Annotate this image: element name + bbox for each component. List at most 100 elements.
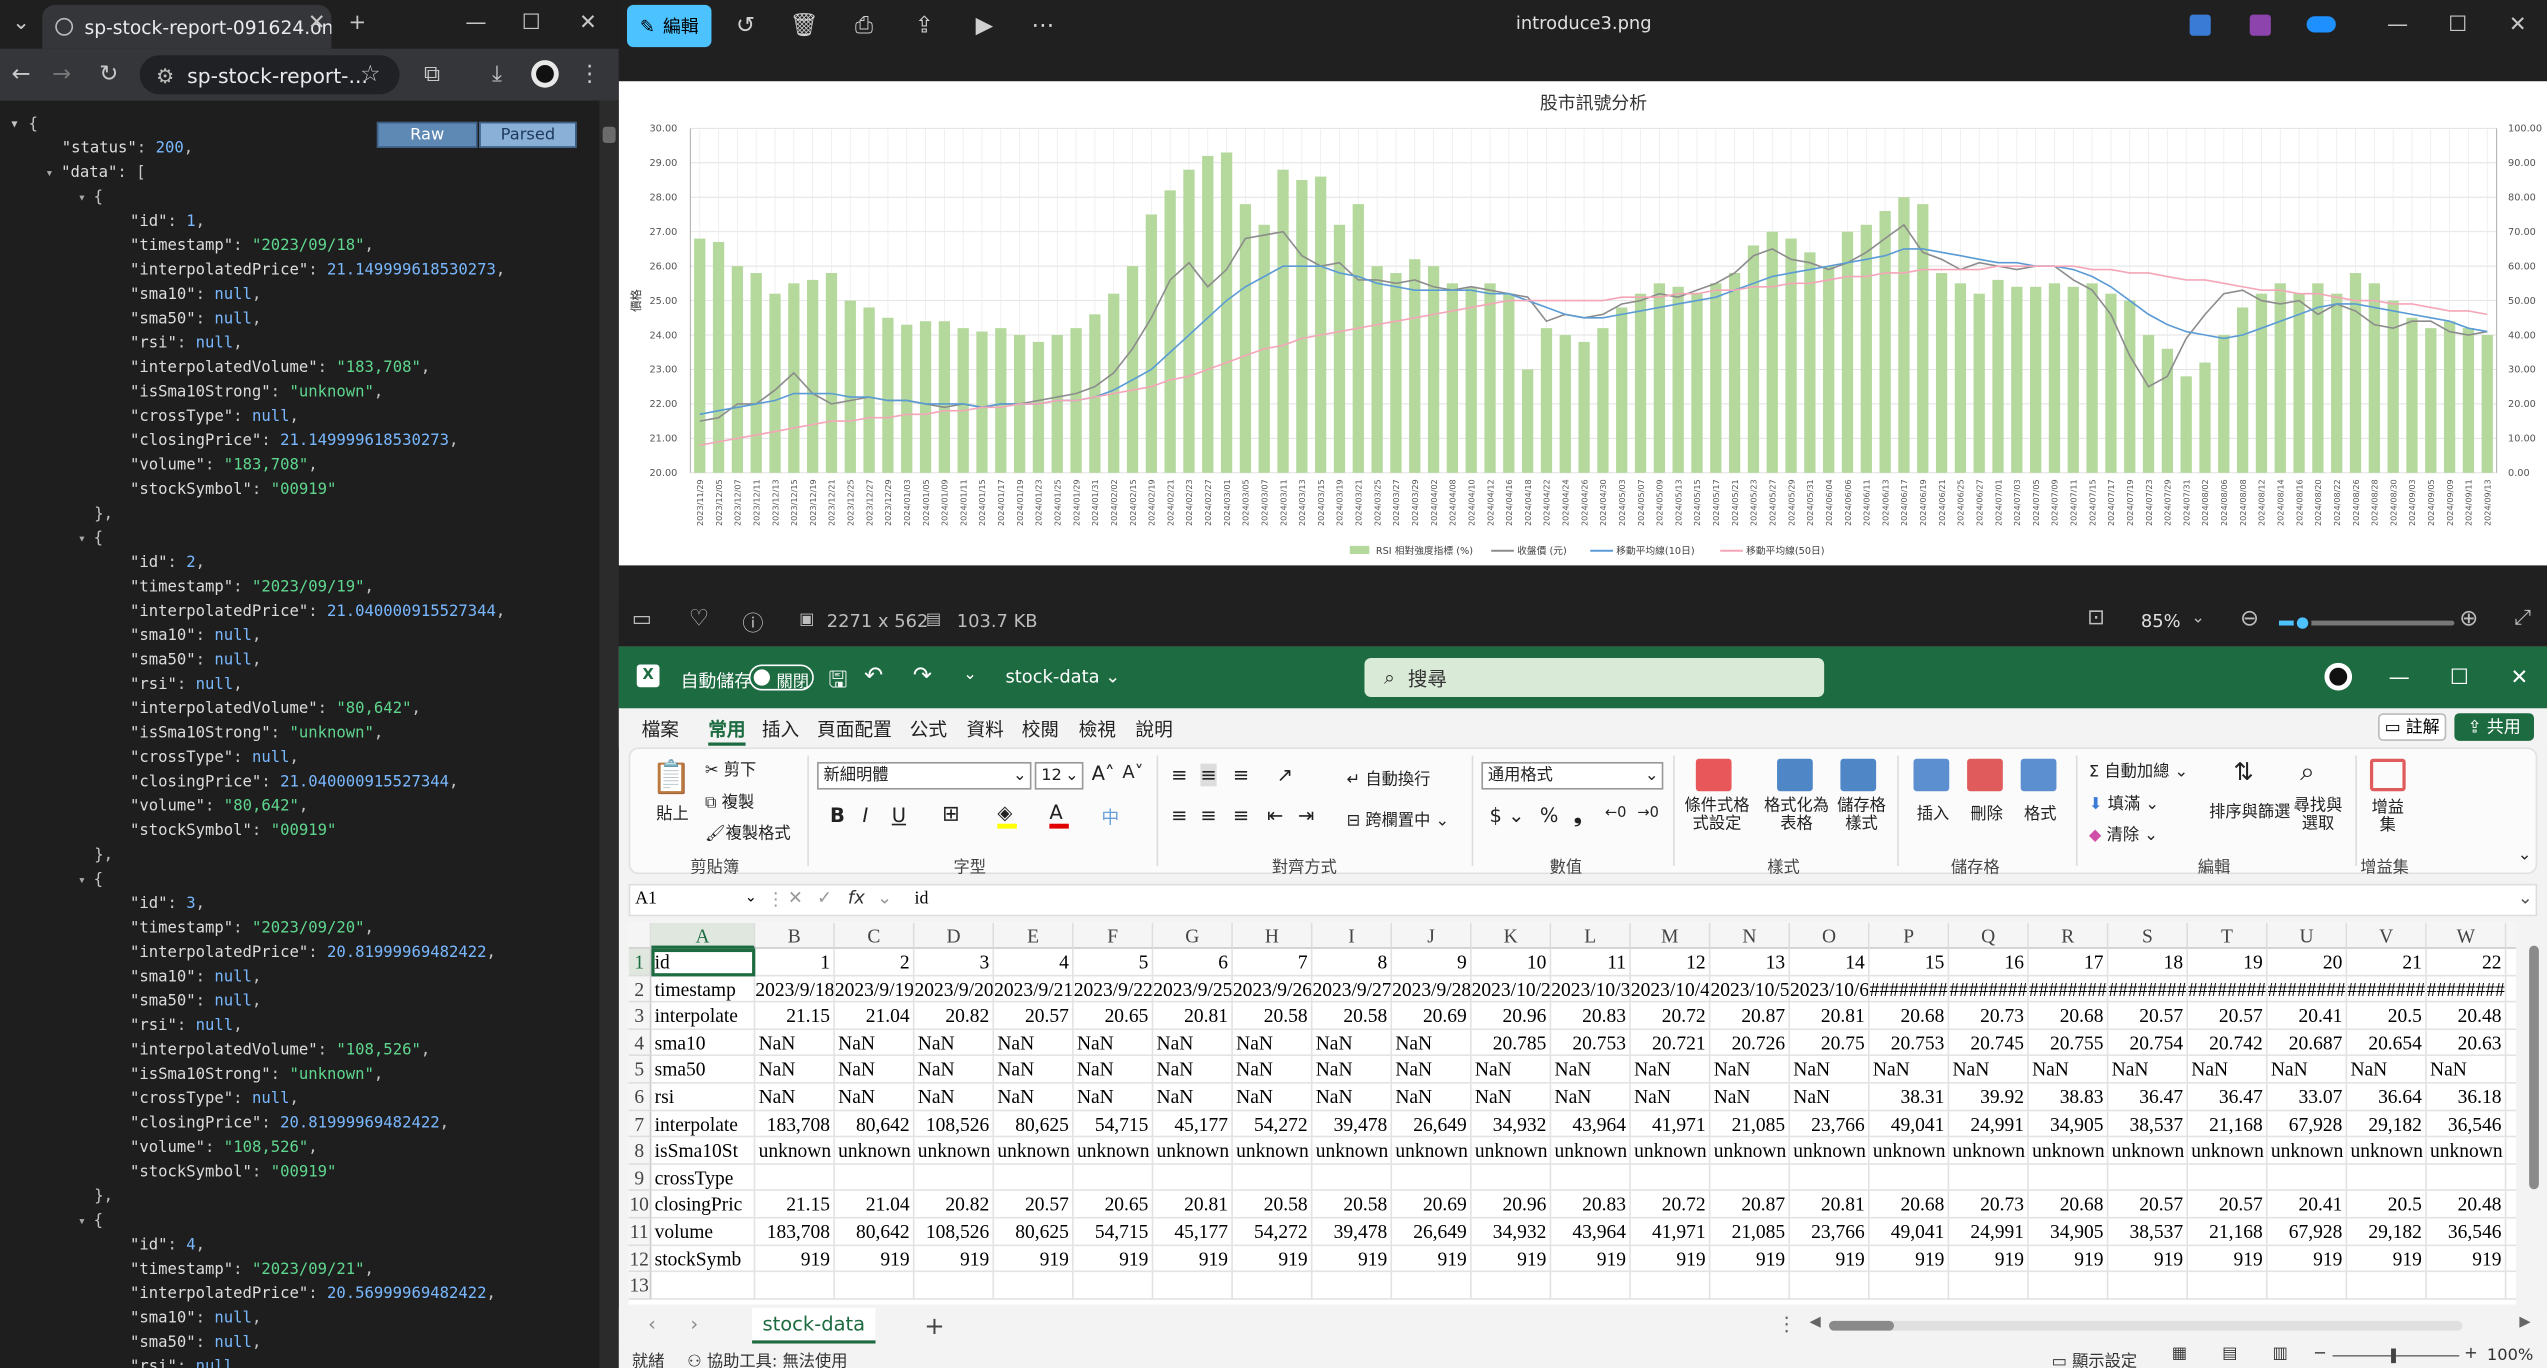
add-sheet-icon[interactable]: + — [924, 1311, 944, 1340]
grid-cell[interactable]: 20.721 — [1630, 1029, 1711, 1057]
grid-cell[interactable]: NaN — [2426, 1056, 2507, 1084]
slideshow-icon[interactable]: ▶ — [966, 10, 1002, 42]
grid-cell[interactable]: ######## — [2188, 975, 2268, 1003]
grid-cell[interactable]: unknown — [2108, 1137, 2189, 1165]
paste-icon[interactable]: 📋 — [651, 757, 691, 796]
grid-cell[interactable] — [2028, 1272, 2109, 1300]
excel-close-icon[interactable]: ✕ — [2492, 655, 2547, 700]
grid-cell[interactable]: 29,182 — [2347, 1218, 2427, 1246]
ribbon-tab-4[interactable]: 公式 — [910, 716, 947, 742]
grid-cell[interactable]: 39,478 — [1312, 1218, 1393, 1246]
grid-cell[interactable]: 80,625 — [994, 1218, 1074, 1246]
grid-cell[interactable] — [2267, 1272, 2348, 1300]
fill-button[interactable]: ⬇ 填滿 ⌄ — [2089, 790, 2159, 814]
grid-cell[interactable] — [1232, 1164, 1313, 1192]
grid-cell[interactable]: 183,708 — [755, 1218, 835, 1246]
close-tab-icon[interactable]: ✕ — [301, 0, 333, 45]
grid-cell[interactable]: ######## — [2028, 975, 2109, 1003]
grid-cell[interactable]: 36,546 — [2426, 1218, 2507, 1246]
photos-close-icon[interactable]: ✕ — [2490, 2, 2545, 47]
sheet-vscroll-thumb[interactable] — [2529, 945, 2539, 1190]
grid-cell[interactable]: 2023/9/25 — [1153, 975, 1233, 1003]
grid-cell[interactable]: 80,642 — [834, 1218, 915, 1246]
grid-cell[interactable]: unknown — [2188, 1137, 2268, 1165]
column-header[interactable]: O — [1790, 922, 1870, 949]
column-header[interactable]: W — [2426, 922, 2507, 949]
grid-cell[interactable] — [2506, 1192, 2517, 1219]
grid-cell[interactable] — [994, 1164, 1074, 1192]
grid-cell[interactable] — [1869, 1164, 1950, 1192]
row-header[interactable]: 7 — [628, 1110, 652, 1138]
forward-icon[interactable]: → — [45, 55, 77, 94]
grid-cell[interactable]: 38.83 — [2028, 1083, 2109, 1111]
grid-cell[interactable] — [1790, 1164, 1870, 1192]
grid-cell[interactable]: 20.58 — [1232, 1191, 1313, 1219]
grid-cell[interactable]: 41,971 — [1630, 1110, 1711, 1138]
download-icon[interactable]: ⤓ — [481, 55, 513, 94]
row-header[interactable]: 10 — [628, 1191, 652, 1219]
info-icon[interactable]: ⓘ — [742, 606, 763, 637]
increase-font-icon[interactable]: A˄ — [1092, 762, 1115, 785]
grid-cell[interactable]: 2023/10/3 — [1551, 975, 1631, 1003]
page-layout-icon[interactable]: ▤ — [2222, 1345, 2237, 1363]
row-header[interactable]: 1 — [628, 948, 652, 976]
grid-cell[interactable]: 43,964 — [1551, 1218, 1631, 1246]
quick-access-dropdown-icon[interactable]: ⌄ — [963, 666, 977, 684]
ribbon-tab-0[interactable]: 檔案 — [642, 716, 679, 742]
hscroll-thumb[interactable] — [1829, 1320, 1895, 1331]
excel-minimize-icon[interactable]: — — [2372, 655, 2427, 700]
grid-cell[interactable]: 4 — [994, 948, 1074, 976]
column-header[interactable]: J — [1392, 922, 1472, 949]
row-header[interactable]: 3 — [628, 1002, 652, 1030]
grid-cell[interactable]: NaN — [2188, 1056, 2268, 1084]
ribbon-tab-3[interactable]: 頁面配置 — [817, 716, 892, 742]
grid-cell[interactable] — [2506, 1084, 2517, 1111]
insert-function-icon[interactable]: fx — [848, 887, 865, 908]
grid-cell[interactable]: 20.57 — [994, 1191, 1074, 1219]
grid-cell[interactable]: 919 — [1073, 1245, 1154, 1273]
grid-cell[interactable]: 45,177 — [1153, 1110, 1233, 1138]
grid-cell[interactable]: NaN — [2347, 1056, 2427, 1084]
font-color-icon[interactable]: A — [1049, 801, 1069, 829]
grid-cell[interactable]: 23,766 — [1790, 1110, 1870, 1138]
row-header[interactable]: 11 — [628, 1218, 652, 1246]
grid-cell[interactable] — [994, 1272, 1074, 1300]
clear-button[interactable]: ◆ 清除 ⌄ — [2089, 820, 2158, 845]
actual-size-icon[interactable]: ⊡ — [2087, 606, 2105, 630]
grid-cell[interactable]: 13 — [1710, 948, 1791, 976]
font-name-select[interactable]: 新細明體 ⌄ — [817, 761, 1032, 790]
sort-filter-button[interactable]: 排序與篩選 — [2209, 798, 2290, 822]
prev-sheet-icon[interactable]: ‹ — [648, 1313, 656, 1336]
increase-decimal-icon[interactable]: ←0 — [1605, 806, 1627, 822]
grid-cell[interactable]: 20.72 — [1630, 1002, 1711, 1030]
find-select-button[interactable]: 尋找與選取 — [2292, 798, 2344, 834]
column-header[interactable]: I — [1312, 922, 1393, 949]
column-header[interactable] — [2506, 922, 2517, 949]
grid-cell[interactable]: NaN — [1392, 1056, 1472, 1084]
grid-cell[interactable]: 919 — [2028, 1245, 2109, 1273]
row-header[interactable]: 9 — [628, 1164, 652, 1192]
addins-icon[interactable] — [2369, 758, 2406, 792]
grid-cell[interactable]: 919 — [1232, 1245, 1313, 1273]
grid-cell[interactable]: 36.64 — [2347, 1083, 2427, 1111]
grid-cell[interactable]: NaN — [1153, 1083, 1233, 1111]
formula-input[interactable]: id — [915, 889, 929, 908]
grid-cell[interactable]: ######## — [2347, 975, 2427, 1003]
grid-cell[interactable]: 43,964 — [1551, 1110, 1631, 1138]
phonetic-icon[interactable]: 中 — [1101, 804, 1119, 830]
column-header[interactable]: V — [2347, 922, 2427, 949]
browser-menu-icon[interactable]: ⋮ — [573, 55, 605, 94]
grid-cell[interactable]: 919 — [1630, 1245, 1711, 1273]
grid-cell[interactable]: timestamp — [651, 975, 756, 1003]
grid-cell[interactable] — [1471, 1164, 1552, 1192]
collapse-ribbon-icon[interactable]: ⌄ — [2518, 846, 2532, 864]
grid-cell[interactable]: 24,991 — [1949, 1218, 2029, 1246]
grid-cell[interactable] — [2347, 1164, 2427, 1192]
grid-cell[interactable]: rsi — [651, 1083, 756, 1111]
grid-cell[interactable] — [2347, 1272, 2427, 1300]
grid-cell[interactable]: 919 — [1471, 1245, 1552, 1273]
column-header[interactable]: A — [651, 922, 756, 949]
grid-cell[interactable] — [2506, 1219, 2517, 1246]
grid-cell[interactable]: 49,041 — [1869, 1218, 1950, 1246]
grid-cell[interactable]: 20.745 — [1949, 1029, 2029, 1057]
